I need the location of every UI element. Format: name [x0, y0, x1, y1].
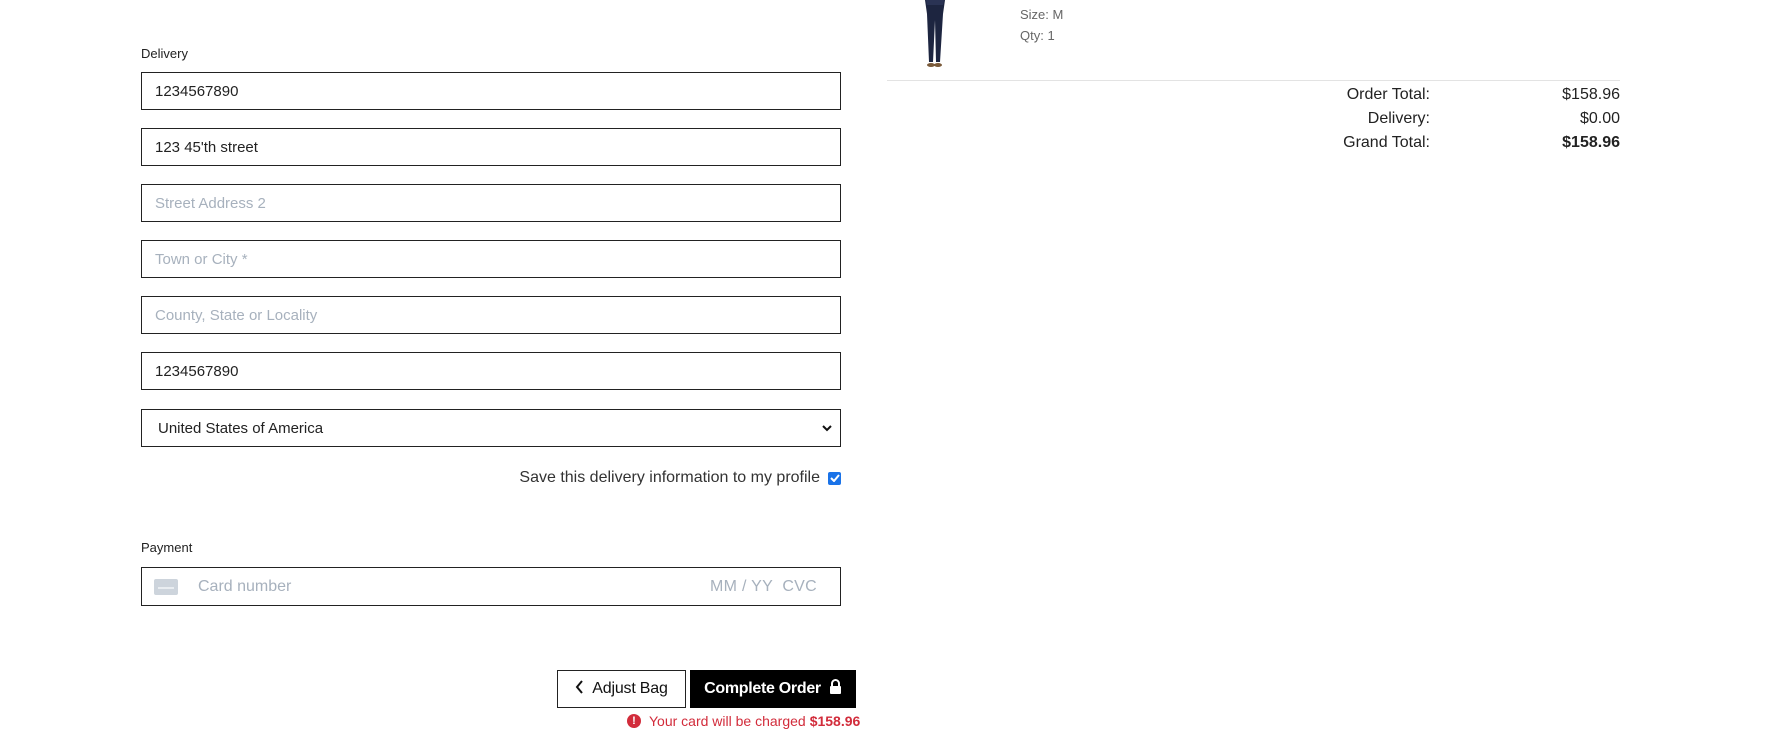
lock-icon — [829, 679, 842, 699]
grand-total-value: $158.96 — [1562, 134, 1620, 151]
delivery-total-value: $0.00 — [1579, 110, 1620, 127]
charge-notice-text: Your card will be charged — [649, 713, 806, 729]
product-image — [912, 0, 958, 72]
charge-amount: $158.96 — [809, 713, 861, 729]
town-city-field[interactable]: Town or City * — [141, 240, 841, 278]
street-address-2-field[interactable]: Street Address 2 — [141, 184, 841, 222]
country-select[interactable]: United States of America — [141, 409, 841, 447]
save-delivery-checkbox[interactable] — [828, 471, 841, 485]
payment-heading: Payment — [141, 540, 193, 555]
summary-divider — [887, 80, 1620, 81]
street-address-field[interactable]: 123 45'th street — [141, 128, 841, 166]
credit-card-icon — [154, 578, 178, 595]
delivery-heading: Delivery — [141, 46, 188, 61]
phone-field[interactable]: 1234567890 — [141, 72, 841, 110]
postcode-field[interactable]: 1234567890 — [141, 352, 841, 390]
complete-order-label: Complete Order — [704, 680, 821, 697]
product-qty: Qty: 1 — [1020, 28, 1055, 43]
chevron-down-icon — [820, 421, 834, 435]
chevron-left-icon — [575, 679, 584, 699]
adjust-bag-button[interactable]: Adjust Bag — [557, 670, 686, 708]
complete-order-button[interactable]: Complete Order — [690, 670, 856, 708]
delivery-total-label: Delivery: — [1367, 110, 1430, 127]
save-delivery-label: Save this delivery information to my pro… — [519, 469, 820, 486]
product-size: Size: M — [1020, 7, 1064, 22]
county-state-field[interactable]: County, State or Locality — [141, 296, 841, 334]
grand-total-label: Grand Total: — [1343, 134, 1430, 151]
alert-icon: ! — [627, 714, 641, 728]
save-delivery-row: Save this delivery information to my pro… — [141, 467, 841, 489]
card-input[interactable]: Card number MM / YY CVC — [141, 567, 841, 606]
country-select-value: United States of America — [158, 419, 324, 437]
order-total-label: Order Total: — [1346, 86, 1430, 103]
order-total-value: $158.96 — [1562, 86, 1620, 103]
card-number-placeholder: Card number — [198, 577, 292, 595]
charge-notice: ! Your card will be charged $158.96 — [627, 711, 860, 731]
adjust-bag-label: Adjust Bag — [592, 680, 668, 697]
expiry-cvc-placeholder: MM / YY CVC — [709, 577, 817, 595]
